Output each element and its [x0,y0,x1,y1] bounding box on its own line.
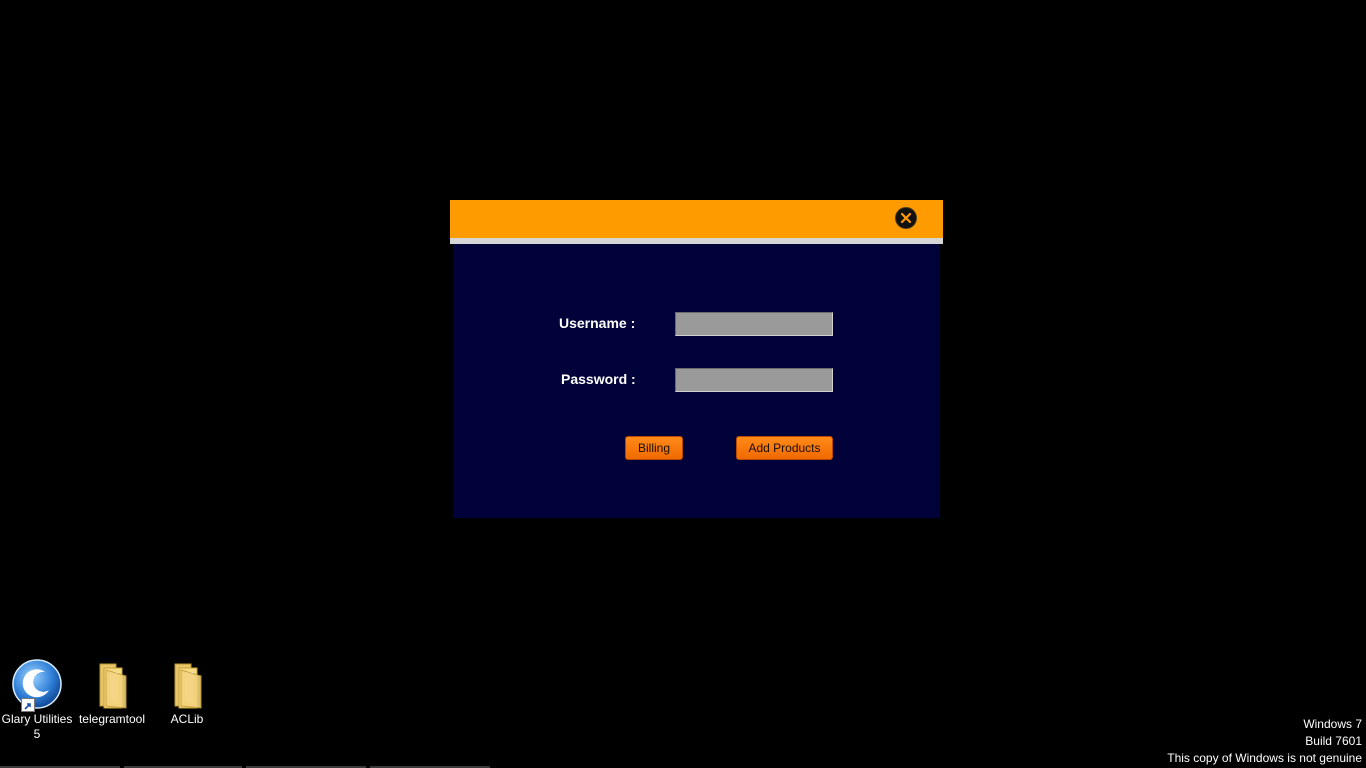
username-input[interactable] [675,312,833,336]
dialog-header[interactable] [450,200,943,238]
folder-icon [161,658,213,710]
glary-utilities-icon [11,658,63,712]
desktop-icon-glary-utilities[interactable]: Glary Utilities 5 [0,658,74,742]
watermark-genuine-notice: This copy of Windows is not genuine [1167,751,1362,765]
close-button[interactable] [895,207,917,229]
billing-button[interactable]: Billing [625,436,683,460]
password-label: Password : [561,371,636,387]
desktop-icon-label: ACLib [170,712,204,726]
watermark-build: Build 7601 [1305,734,1362,748]
desktop-icon-label: telegramtool [78,712,146,726]
desktop-icon-aclib[interactable]: ACLib [150,658,224,727]
shortcut-arrow-icon [21,698,35,712]
desktop-icon-label: Glary Utilities 5 [1,712,73,741]
password-input[interactable] [675,368,833,392]
desktop-icon-telegramtool[interactable]: telegramtool [75,658,149,727]
folder-icon [86,658,138,710]
username-label: Username : [559,315,636,331]
login-dialog [450,200,943,518]
add-products-button[interactable]: Add Products [736,436,833,460]
close-icon [900,212,912,224]
watermark-os: Windows 7 [1303,717,1362,731]
windows-watermark: Windows 7 Build 7601 This copy of Window… [1167,716,1362,767]
